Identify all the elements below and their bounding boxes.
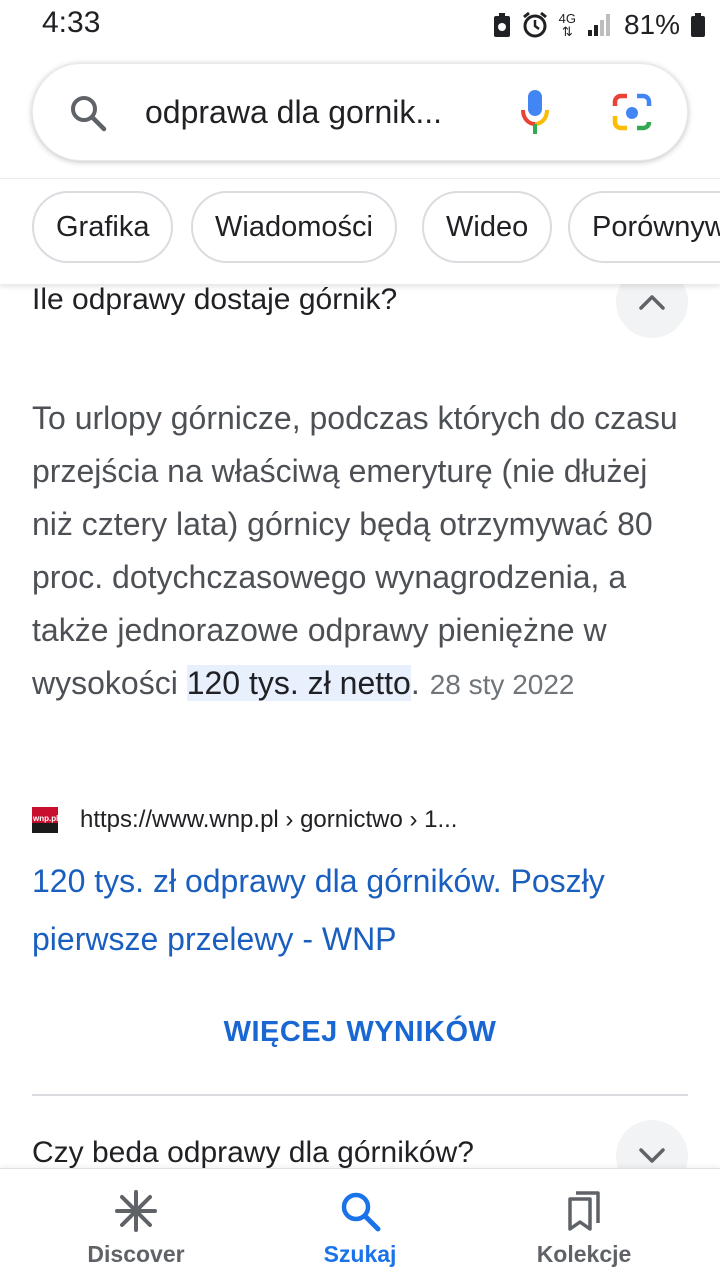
status-time: 4:33 [42,6,101,39]
search-input[interactable]: odprawa dla gornik... [145,94,485,131]
search-icon[interactable] [69,94,107,132]
nav-collections-label: Kolekcje [536,1241,632,1267]
source-url[interactable]: https://www.wnp.pl › gornictwo › 1... [80,806,457,834]
source-row[interactable]: wnp.pl https://www.wnp.pl › gornictwo › … [32,802,457,838]
google-lens-icon[interactable] [611,92,653,132]
nav-discover-label: Discover [87,1241,185,1267]
asterisk-icon [115,1190,157,1232]
network-type: 4G ⇅ [558,11,576,39]
chip-grafika[interactable]: Grafika [32,191,174,263]
status-bar: 4:33 4G ⇅ 81% [0,0,720,50]
battery-saver-icon [493,13,510,37]
battery-icon [691,13,705,37]
question-title-2[interactable]: Czy beda odprawy dla górników? [32,1136,474,1170]
bottom-navigation: Discover Szukaj Kolekcje [0,1168,720,1280]
search-icon [341,1192,381,1232]
filter-chips-bar: Grafika Wiadomości Wideo Porównywa [0,178,720,284]
wnp-favicon: wnp.pl [32,807,58,833]
microphone-icon[interactable] [519,88,551,136]
divider [32,1094,688,1096]
bookmarks-icon [568,1191,600,1231]
answer-date: 28 sty 2022 [429,669,575,700]
nav-search[interactable]: Szukaj [260,1169,460,1280]
question-title[interactable]: Ile odprawy dostaje górnik? [32,283,397,317]
search-box[interactable]: odprawa dla gornik... [32,63,688,161]
chevron-down-icon [639,1148,665,1163]
battery-percent: 81% [623,9,680,40]
chip-porownywarka[interactable]: Porównywa [568,191,720,263]
nav-discover[interactable]: Discover [36,1169,236,1280]
chip-wideo[interactable]: Wideo [422,191,553,263]
alarm-icon [522,11,547,38]
chip-wiadomosci[interactable]: Wiadomości [191,191,397,263]
signal-icon [587,14,610,36]
search-header: odprawa dla gornik... [0,50,720,178]
answer-highlight: 120 tys. zł netto [186,665,411,701]
nav-search-label: Szukaj [323,1241,397,1267]
status-icons: 4G ⇅ 81% [493,8,706,42]
answer-end: . [410,665,420,701]
answer-snippet: To urlopy górnicze, podczas których do c… [32,392,682,711]
nav-collections[interactable]: Kolekcje [484,1169,684,1280]
answer-text: To urlopy górnicze, podczas których do c… [32,400,678,701]
chevron-up-icon [639,295,665,310]
more-results-button[interactable]: WIĘCEJ WYNIKÓW [0,1016,720,1049]
result-title-link[interactable]: 120 tys. zł odprawy dla górników. Poszły… [32,852,682,968]
